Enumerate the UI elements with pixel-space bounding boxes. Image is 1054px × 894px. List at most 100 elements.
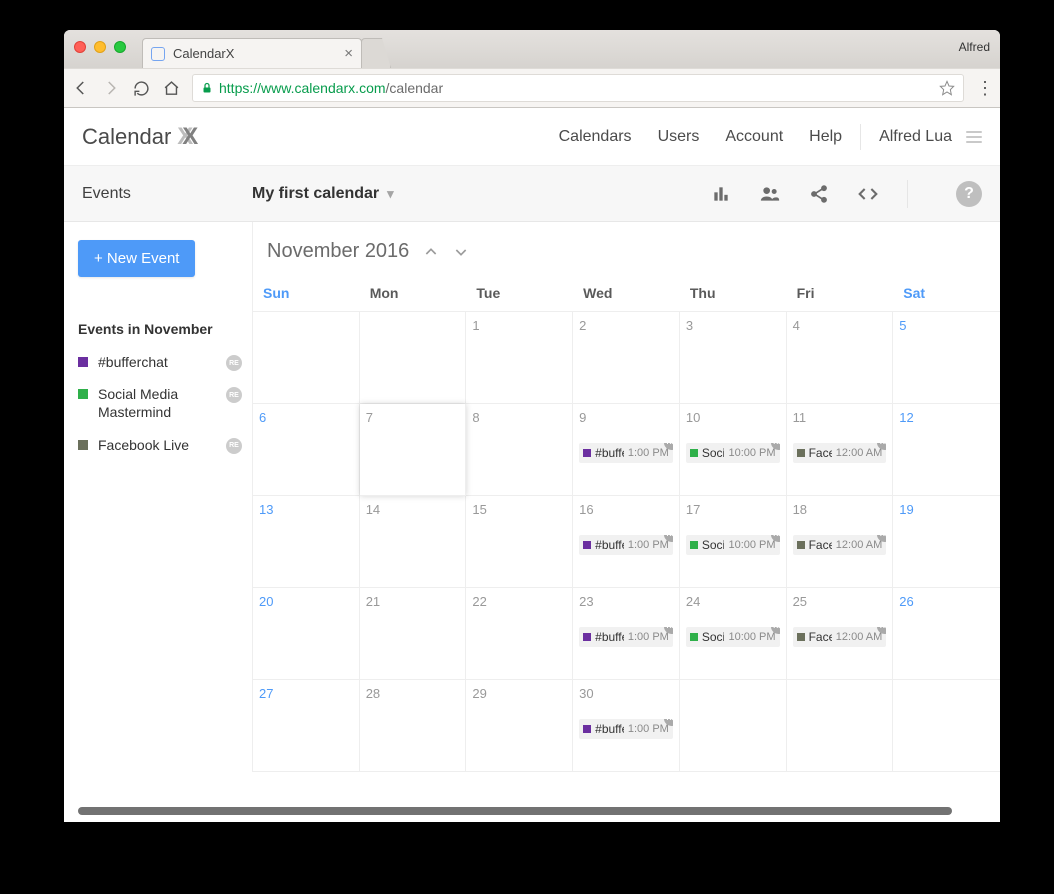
calendar-cell[interactable]: 18Face12:00 AMRE [787, 496, 894, 588]
calendar-cell[interactable]: 2 [573, 312, 680, 404]
nav-account[interactable]: Account [725, 128, 783, 146]
event-chip[interactable]: Face12:00 AMRE [793, 627, 887, 647]
event-chip[interactable]: Face12:00 AMRE [793, 535, 887, 555]
event-chip-time: 12:00 AM [836, 447, 882, 459]
sub-header-title: Events [82, 185, 252, 203]
nav-users[interactable]: Users [658, 128, 700, 146]
calendar-cell[interactable]: 13 [253, 496, 360, 588]
new-event-button[interactable]: + New Event [78, 240, 195, 277]
event-chip[interactable]: Socia10:00 PMRE [686, 443, 780, 463]
event-chip[interactable]: #buffe1:00 PMRE [579, 627, 673, 647]
event-chip-time: 10:00 PM [728, 539, 775, 551]
calendar-cell[interactable]: 17Socia10:00 PMRE [680, 496, 787, 588]
calendar-cell[interactable]: 19 [893, 496, 1000, 588]
event-chip-time: 1:00 PM [628, 723, 669, 735]
calendar-cell[interactable]: 10 Socia10:00 PMRE [680, 404, 787, 496]
calendar-cell[interactable]: 9#buffe1:00 PMRE [573, 404, 680, 496]
calendar-cell[interactable] [360, 312, 467, 404]
calendar-cell[interactable]: 21 [360, 588, 467, 680]
nav-help[interactable]: Help [809, 128, 842, 146]
calendar-cell[interactable]: 23 #buffe1:00 PMRE [573, 588, 680, 680]
calendar-cell[interactable] [680, 680, 787, 772]
app-logo[interactable]: Calendar XX [82, 123, 198, 151]
calendar-cell[interactable]: 12 [893, 404, 1000, 496]
day-number: 15 [472, 502, 566, 517]
minimize-window-button[interactable] [94, 41, 106, 53]
calendar-cell[interactable]: 20 [253, 588, 360, 680]
calendar-cell[interactable] [787, 680, 894, 772]
forward-button[interactable] [102, 79, 120, 97]
event-chip[interactable]: #buffe1:00 PMRE [579, 535, 673, 555]
browser-profile-name[interactable]: Alfred [959, 40, 990, 54]
close-window-button[interactable] [74, 41, 86, 53]
browser-menu-icon[interactable]: ⋮ [976, 78, 992, 99]
app-viewport: Calendar XX Calendars Users Account Help… [64, 108, 1000, 822]
calendar: SunMonTueWedThuFriSat 123456789#buffe1:0… [253, 277, 1000, 772]
calendar-cell[interactable] [893, 680, 1000, 772]
calendar-cell[interactable]: 25Face12:00 AMRE [787, 588, 894, 680]
calendar-cell[interactable]: 26 [893, 588, 1000, 680]
calendar-cell[interactable]: 4 [787, 312, 894, 404]
calendar-cell[interactable]: 11Face12:00 AMRE [787, 404, 894, 496]
calendar-main: November 2016 SunMonTueWedThuFriSat 1234… [252, 222, 1000, 772]
calendar-cell[interactable]: 16#buffe1:00 PMRE [573, 496, 680, 588]
browser-tab[interactable]: CalendarX × [142, 38, 362, 68]
day-number: 6 [259, 410, 353, 425]
calendar-cell[interactable]: 22 [466, 588, 573, 680]
day-number: 10 [686, 410, 780, 425]
calendar-cell[interactable]: 29 [466, 680, 573, 772]
close-tab-icon[interactable]: × [344, 45, 353, 62]
event-list-item[interactable]: Social Media MastermindRE [78, 385, 242, 421]
tab-title: CalendarX [173, 46, 234, 61]
event-chip[interactable]: #buffe1:00 PMRE [579, 443, 673, 463]
calendar-cell[interactable]: 1 [466, 312, 573, 404]
hamburger-menu-icon[interactable] [966, 131, 982, 143]
day-number: 19 [899, 502, 994, 517]
bookmark-star-icon[interactable] [939, 80, 955, 96]
next-month-icon[interactable] [453, 244, 469, 260]
calendar-cell[interactable]: 8 [466, 404, 573, 496]
event-list-item[interactable]: #bufferchatRE [78, 353, 242, 371]
prev-month-icon[interactable] [423, 244, 439, 260]
current-user[interactable]: Alfred Lua [879, 128, 952, 146]
address-bar[interactable]: https:// www.calendarx.com /calendar [192, 74, 964, 102]
calendar-cell[interactable]: 3 [680, 312, 787, 404]
share-icon[interactable] [809, 184, 829, 204]
event-list-item[interactable]: Facebook LiveRE [78, 436, 242, 454]
calendar-cell[interactable]: 7 [360, 404, 467, 496]
calendar-selector[interactable]: My first calendar ▾ [252, 185, 394, 203]
home-button[interactable] [162, 79, 180, 97]
day-number: 29 [472, 686, 566, 701]
event-chip[interactable]: Socia10:00 PMRE [686, 627, 780, 647]
calendar-cell[interactable]: 28 [360, 680, 467, 772]
calendar-grid: 123456789#buffe1:00 PMRE10Socia10:00 PMR… [253, 311, 1000, 772]
new-tab-button[interactable] [361, 38, 391, 68]
tab-favicon [151, 47, 165, 61]
event-chip[interactable]: Socia10:00 PMRE [686, 535, 780, 555]
calendar-cell[interactable] [253, 312, 360, 404]
stats-icon[interactable] [711, 184, 731, 204]
scrollbar-thumb[interactable] [78, 807, 952, 815]
horizontal-scrollbar[interactable] [78, 806, 970, 816]
calendar-cell[interactable]: 15 [466, 496, 573, 588]
embed-icon[interactable] [857, 184, 879, 204]
people-icon[interactable] [759, 184, 781, 204]
color-swatch [78, 440, 88, 450]
maximize-window-button[interactable] [114, 41, 126, 53]
calendar-cell[interactable]: 30#buffe1:00 PMRE [573, 680, 680, 772]
reload-button[interactable] [132, 79, 150, 97]
calendar-cell[interactable]: 6 [253, 404, 360, 496]
calendar-cell[interactable]: 24Socia10:00 PMRE [680, 588, 787, 680]
day-number: 23 [579, 594, 673, 609]
event-chip[interactable]: Face12:00 AMRE [793, 443, 887, 463]
event-chip-time: 10:00 PM [728, 447, 775, 459]
calendar-cell[interactable]: 14 [360, 496, 467, 588]
calendar-cell[interactable]: 27 [253, 680, 360, 772]
nav-calendars[interactable]: Calendars [559, 128, 632, 146]
help-icon[interactable]: ? [956, 181, 982, 207]
event-list: #bufferchatRE Social Media MastermindRE Fa… [78, 353, 242, 454]
calendar-cell[interactable]: 5 [893, 312, 1000, 404]
back-button[interactable] [72, 79, 90, 97]
event-chip[interactable]: #buffe1:00 PMRE [579, 719, 673, 739]
event-chip-title: #buffe [595, 446, 624, 460]
